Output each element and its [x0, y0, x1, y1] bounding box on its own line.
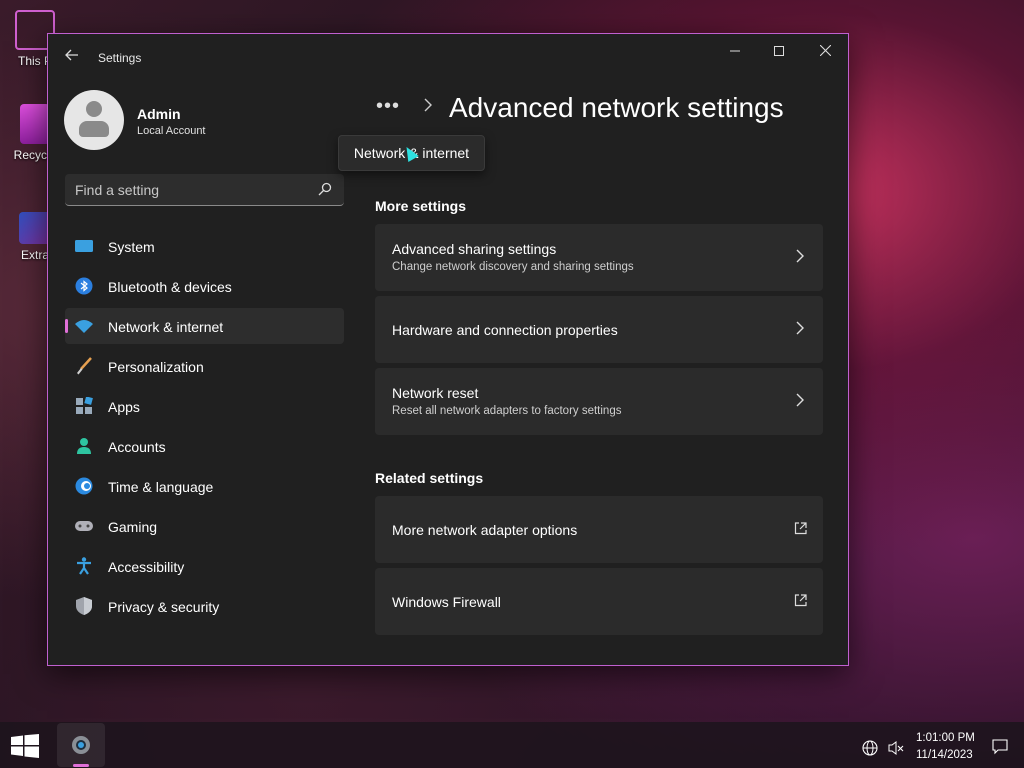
sidebar-item-privacy-security[interactable]: Privacy & security	[65, 588, 344, 624]
chevron-right-icon	[424, 98, 432, 117]
network-globe-icon[interactable]	[862, 740, 878, 756]
brush-icon	[77, 357, 92, 375]
sidebar-item-label: Accessibility	[108, 559, 185, 575]
external-link-icon	[794, 522, 807, 535]
wifi-icon	[75, 320, 93, 333]
accounts-icon	[77, 438, 91, 454]
profile-name: Admin	[137, 106, 181, 122]
card-subtitle: Change network discovery and sharing set…	[392, 261, 634, 273]
card-advanced-sharing-settings[interactable]: Advanced sharing settings Change network…	[375, 224, 823, 291]
card-title: Windows Firewall	[392, 594, 501, 610]
taskbar-date[interactable]: 11/14/2023	[916, 749, 973, 761]
recycle-bin-icon	[20, 104, 50, 144]
search-input[interactable]	[75, 174, 315, 205]
taskbar-settings-app[interactable]	[57, 723, 105, 767]
sidebar-item-accounts[interactable]: Accounts	[65, 428, 344, 464]
chevron-right-icon	[796, 393, 804, 407]
sidebar-item-label: Privacy & security	[108, 599, 220, 615]
card-title: Hardware and connection properties	[392, 322, 618, 338]
external-link-icon	[794, 594, 807, 607]
sidebar-item-label: System	[108, 239, 155, 255]
maximize-icon	[774, 46, 784, 56]
close-icon	[819, 44, 831, 57]
profile-account-type: Local Account	[137, 125, 206, 137]
globe-icon	[75, 477, 93, 495]
search-icon	[318, 182, 332, 196]
start-button[interactable]	[11, 734, 39, 758]
gear-icon	[72, 736, 90, 754]
back-button[interactable]	[62, 48, 82, 68]
notification-icon[interactable]	[992, 739, 1008, 755]
card-windows-firewall[interactable]: Windows Firewall	[375, 568, 823, 635]
minimize-button[interactable]	[720, 40, 750, 62]
sidebar-item-network[interactable]: Network & internet	[65, 308, 344, 344]
taskbar-time[interactable]: 1:01:00 PM	[916, 732, 975, 744]
close-button[interactable]	[810, 40, 840, 62]
sidebar-item-time-language[interactable]: Time & language	[65, 468, 344, 504]
sidebar-item-label: Gaming	[108, 519, 158, 535]
page-title: Advanced network settings	[449, 92, 784, 123]
bluetooth-icon	[75, 277, 93, 295]
app-title: Settings	[98, 51, 142, 65]
sidebar-item-gaming[interactable]: Gaming	[65, 508, 344, 544]
sidebar-item-bluetooth[interactable]: Bluetooth & devices	[65, 268, 344, 304]
breadcrumb-more-button[interactable]: •••	[376, 94, 400, 118]
card-title: Advanced sharing settings	[392, 241, 557, 257]
sidebar-item-label: Accounts	[108, 439, 166, 455]
card-title: Network reset	[392, 385, 479, 401]
maximize-button[interactable]	[764, 40, 794, 62]
search-box[interactable]	[65, 174, 344, 206]
accessibility-icon	[77, 557, 91, 575]
minimize-icon	[730, 50, 740, 52]
card-title: More network adapter options	[392, 522, 578, 538]
sidebar-item-label: Network & internet	[108, 319, 224, 335]
gamepad-icon	[75, 521, 93, 531]
taskbar: 1:01:00 PM 11/14/2023	[0, 722, 1024, 768]
sidebar-item-label: Personalization	[108, 359, 204, 375]
card-hardware-connection-properties[interactable]: Hardware and connection properties	[375, 296, 823, 363]
title-bar[interactable]: Settings	[48, 34, 848, 80]
settings-window: Settings Admin Local Account System Blue…	[47, 33, 849, 666]
sidebar-item-label: Bluetooth & devices	[108, 279, 232, 295]
sidebar-item-system[interactable]: System	[65, 228, 344, 264]
sidebar-item-apps[interactable]: Apps	[65, 388, 344, 424]
sidebar-item-personalization[interactable]: Personalization	[65, 348, 344, 384]
sidebar-item-accessibility[interactable]: Accessibility	[65, 548, 344, 584]
apps-icon	[76, 397, 93, 414]
system-icon	[75, 240, 93, 252]
card-subtitle: Reset all network adapters to factory se…	[392, 405, 622, 417]
card-network-reset[interactable]: Network reset Reset all network adapters…	[375, 368, 823, 435]
back-arrow-icon	[65, 49, 78, 61]
shield-icon	[76, 597, 92, 615]
chevron-right-icon	[796, 321, 804, 335]
section-heading-more-settings: More settings	[375, 198, 467, 214]
sidebar-item-label: Time & language	[108, 479, 214, 495]
desktop-icon-label: Extra	[20, 248, 49, 262]
card-more-network-adapter-options[interactable]: More network adapter options	[375, 496, 823, 563]
avatar	[64, 90, 124, 150]
section-heading-related-settings: Related settings	[375, 470, 484, 486]
sidebar-nav: System Bluetooth & devices Network & int…	[65, 228, 344, 628]
sidebar-item-label: Apps	[108, 399, 140, 415]
chevron-right-icon	[796, 249, 804, 263]
volume-muted-icon[interactable]	[888, 740, 904, 756]
